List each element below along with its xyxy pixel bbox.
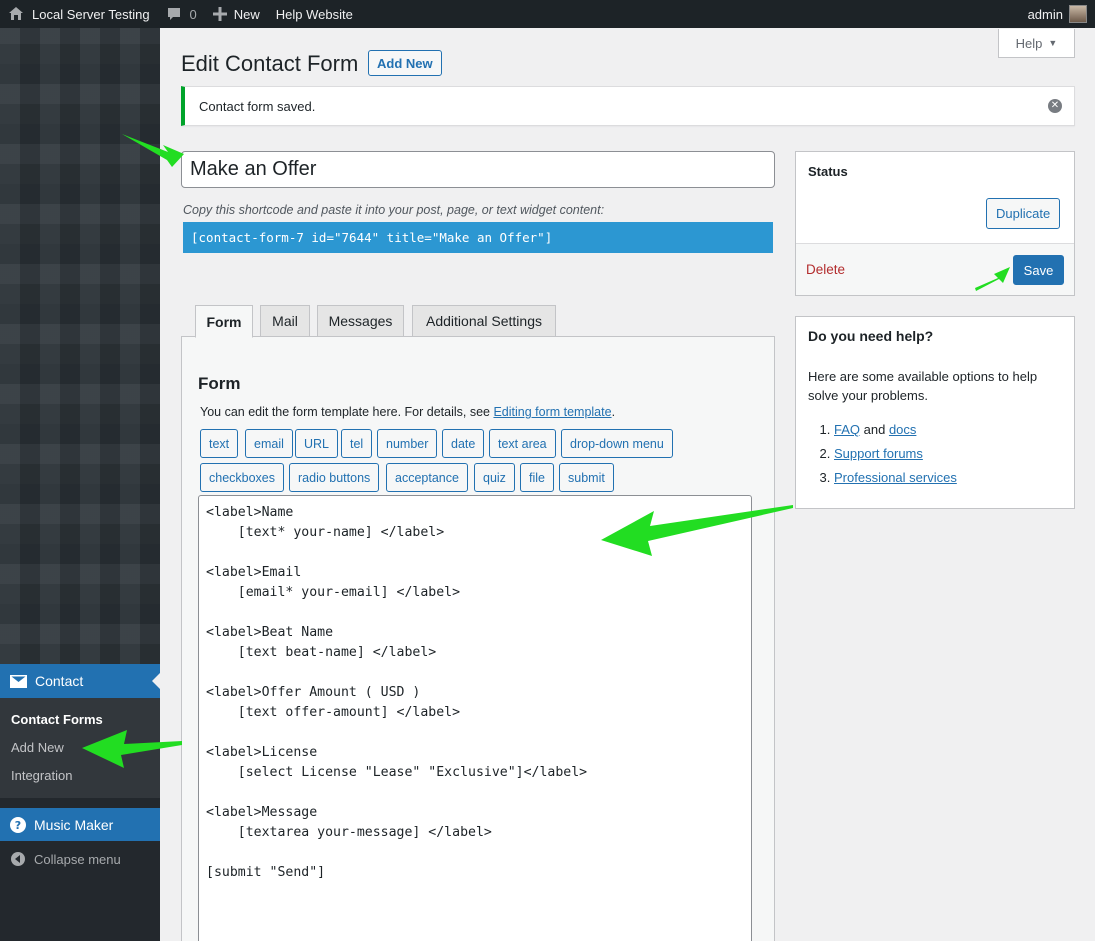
tab-additional-settings[interactable]: Additional Settings xyxy=(412,305,556,337)
desc-text: You can edit the form template here. For… xyxy=(200,405,494,419)
shortcode-field[interactable]: [contact-form-7 id="7644" title="Make an… xyxy=(183,222,773,253)
list-item: Professional services xyxy=(834,466,957,490)
user-menu[interactable]: admin xyxy=(1028,5,1095,23)
tag-button-submit[interactable]: submit xyxy=(559,463,614,492)
admin-sidebar: Contact Contact Forms Add New Integratio… xyxy=(0,28,160,941)
panel-description: You can edit the form template here. For… xyxy=(200,405,615,419)
home-icon xyxy=(9,7,23,20)
question-circle-icon: ? xyxy=(10,816,26,833)
tag-button-drop-down-menu[interactable]: drop-down menu xyxy=(561,429,673,458)
support-forums-link[interactable]: Support forums xyxy=(834,446,923,461)
comments-link[interactable]: 0 xyxy=(158,0,205,28)
envelope-icon xyxy=(10,674,27,688)
help-tab-button[interactable]: Help ▼ xyxy=(998,29,1075,58)
site-home-link[interactable]: Local Server Testing xyxy=(0,0,158,28)
contact-submenu: Contact Forms Add New Integration xyxy=(0,698,160,798)
tag-button-tel[interactable]: tel xyxy=(341,429,373,458)
sidebar-item-music-maker[interactable]: ? Music Maker xyxy=(0,808,160,841)
new-label: New xyxy=(233,6,260,22)
tag-button-number[interactable]: number xyxy=(377,429,438,458)
submenu-item-add-new[interactable]: Add New xyxy=(0,733,160,761)
submenu-item-integration[interactable]: Integration xyxy=(0,761,160,789)
tag-button-url[interactable]: URL xyxy=(295,429,339,458)
sidebar-item-label: Music Maker xyxy=(34,816,114,833)
editing-form-template-link[interactable]: Editing form template xyxy=(493,405,611,419)
save-button[interactable]: Save xyxy=(1013,255,1064,285)
help-website-label: Help Website xyxy=(275,6,353,22)
comments-count: 0 xyxy=(189,6,197,22)
caret-down-icon: ▼ xyxy=(1048,38,1058,48)
tag-button-quiz[interactable]: quiz xyxy=(474,463,515,492)
help-box: Do you need help? Here are some availabl… xyxy=(795,316,1075,509)
and-text: and xyxy=(860,422,889,437)
help-label: Help xyxy=(1015,35,1043,51)
form-template-textarea[interactable]: <label>Name [text* your-name] </label> <… xyxy=(198,495,752,941)
site-name: Local Server Testing xyxy=(32,6,150,22)
tag-button-checkboxes[interactable]: checkboxes xyxy=(200,463,285,492)
list-item: FAQ and docs xyxy=(834,418,957,442)
dismiss-icon[interactable]: ✕ xyxy=(1048,99,1062,113)
help-text: Here are some available options to help … xyxy=(808,369,1038,403)
form-title-input[interactable]: Make an Offer xyxy=(181,151,775,188)
help-options-list: FAQ and docs Support forums Professional… xyxy=(834,418,957,490)
list-item: Support forums xyxy=(834,442,957,466)
collapse-icon xyxy=(11,852,25,866)
shortcode-instruction: Copy this shortcode and paste it into yo… xyxy=(183,203,605,217)
avatar xyxy=(1069,5,1087,23)
duplicate-button[interactable]: Duplicate xyxy=(986,198,1061,229)
tag-button-email[interactable]: email xyxy=(245,429,293,458)
svg-text:?: ? xyxy=(15,819,21,832)
plus-icon xyxy=(212,7,227,21)
tag-button-acceptance[interactable]: acceptance xyxy=(386,463,468,492)
docs-link[interactable]: docs xyxy=(889,422,916,437)
panel-title: Form xyxy=(198,374,241,393)
pixelated-menu-area xyxy=(0,28,160,664)
delete-link[interactable]: Delete xyxy=(806,262,845,277)
desc-suffix: . xyxy=(611,405,616,419)
page-title: Edit Contact Form xyxy=(181,51,359,76)
tab-form[interactable]: Form xyxy=(195,305,253,338)
tag-button-text-area[interactable]: text area xyxy=(489,429,556,458)
admin-bar: Local Server Testing 0 New Help Website … xyxy=(0,0,1095,28)
collapse-label: Collapse menu xyxy=(34,851,121,867)
collapse-menu-button[interactable]: Collapse menu xyxy=(0,844,160,874)
tab-messages[interactable]: Messages xyxy=(317,305,404,337)
notice-text: Contact form saved. xyxy=(199,98,316,114)
new-content-link[interactable]: New xyxy=(205,0,268,28)
tag-button-text[interactable]: text xyxy=(200,429,239,458)
success-notice: Contact form saved. ✕ xyxy=(181,86,1075,126)
tab-mail[interactable]: Mail xyxy=(260,305,310,337)
faq-link[interactable]: FAQ xyxy=(834,422,860,437)
add-new-button[interactable]: Add New xyxy=(368,50,442,76)
tag-button-date[interactable]: date xyxy=(442,429,485,458)
submenu-item-contact-forms[interactable]: Contact Forms xyxy=(0,705,160,733)
sidebar-item-contact[interactable]: Contact xyxy=(0,664,160,698)
tag-button-file[interactable]: file xyxy=(520,463,554,492)
help-heading: Do you need help? xyxy=(808,328,934,344)
comment-icon xyxy=(167,8,180,20)
status-heading: Status xyxy=(808,164,848,179)
help-website-link[interactable]: Help Website xyxy=(268,0,361,28)
sidebar-item-label: Contact xyxy=(35,673,84,689)
tag-button-radio-buttons[interactable]: radio buttons xyxy=(289,463,380,492)
professional-services-link[interactable]: Professional services xyxy=(834,470,957,485)
user-name: admin xyxy=(1027,6,1063,22)
